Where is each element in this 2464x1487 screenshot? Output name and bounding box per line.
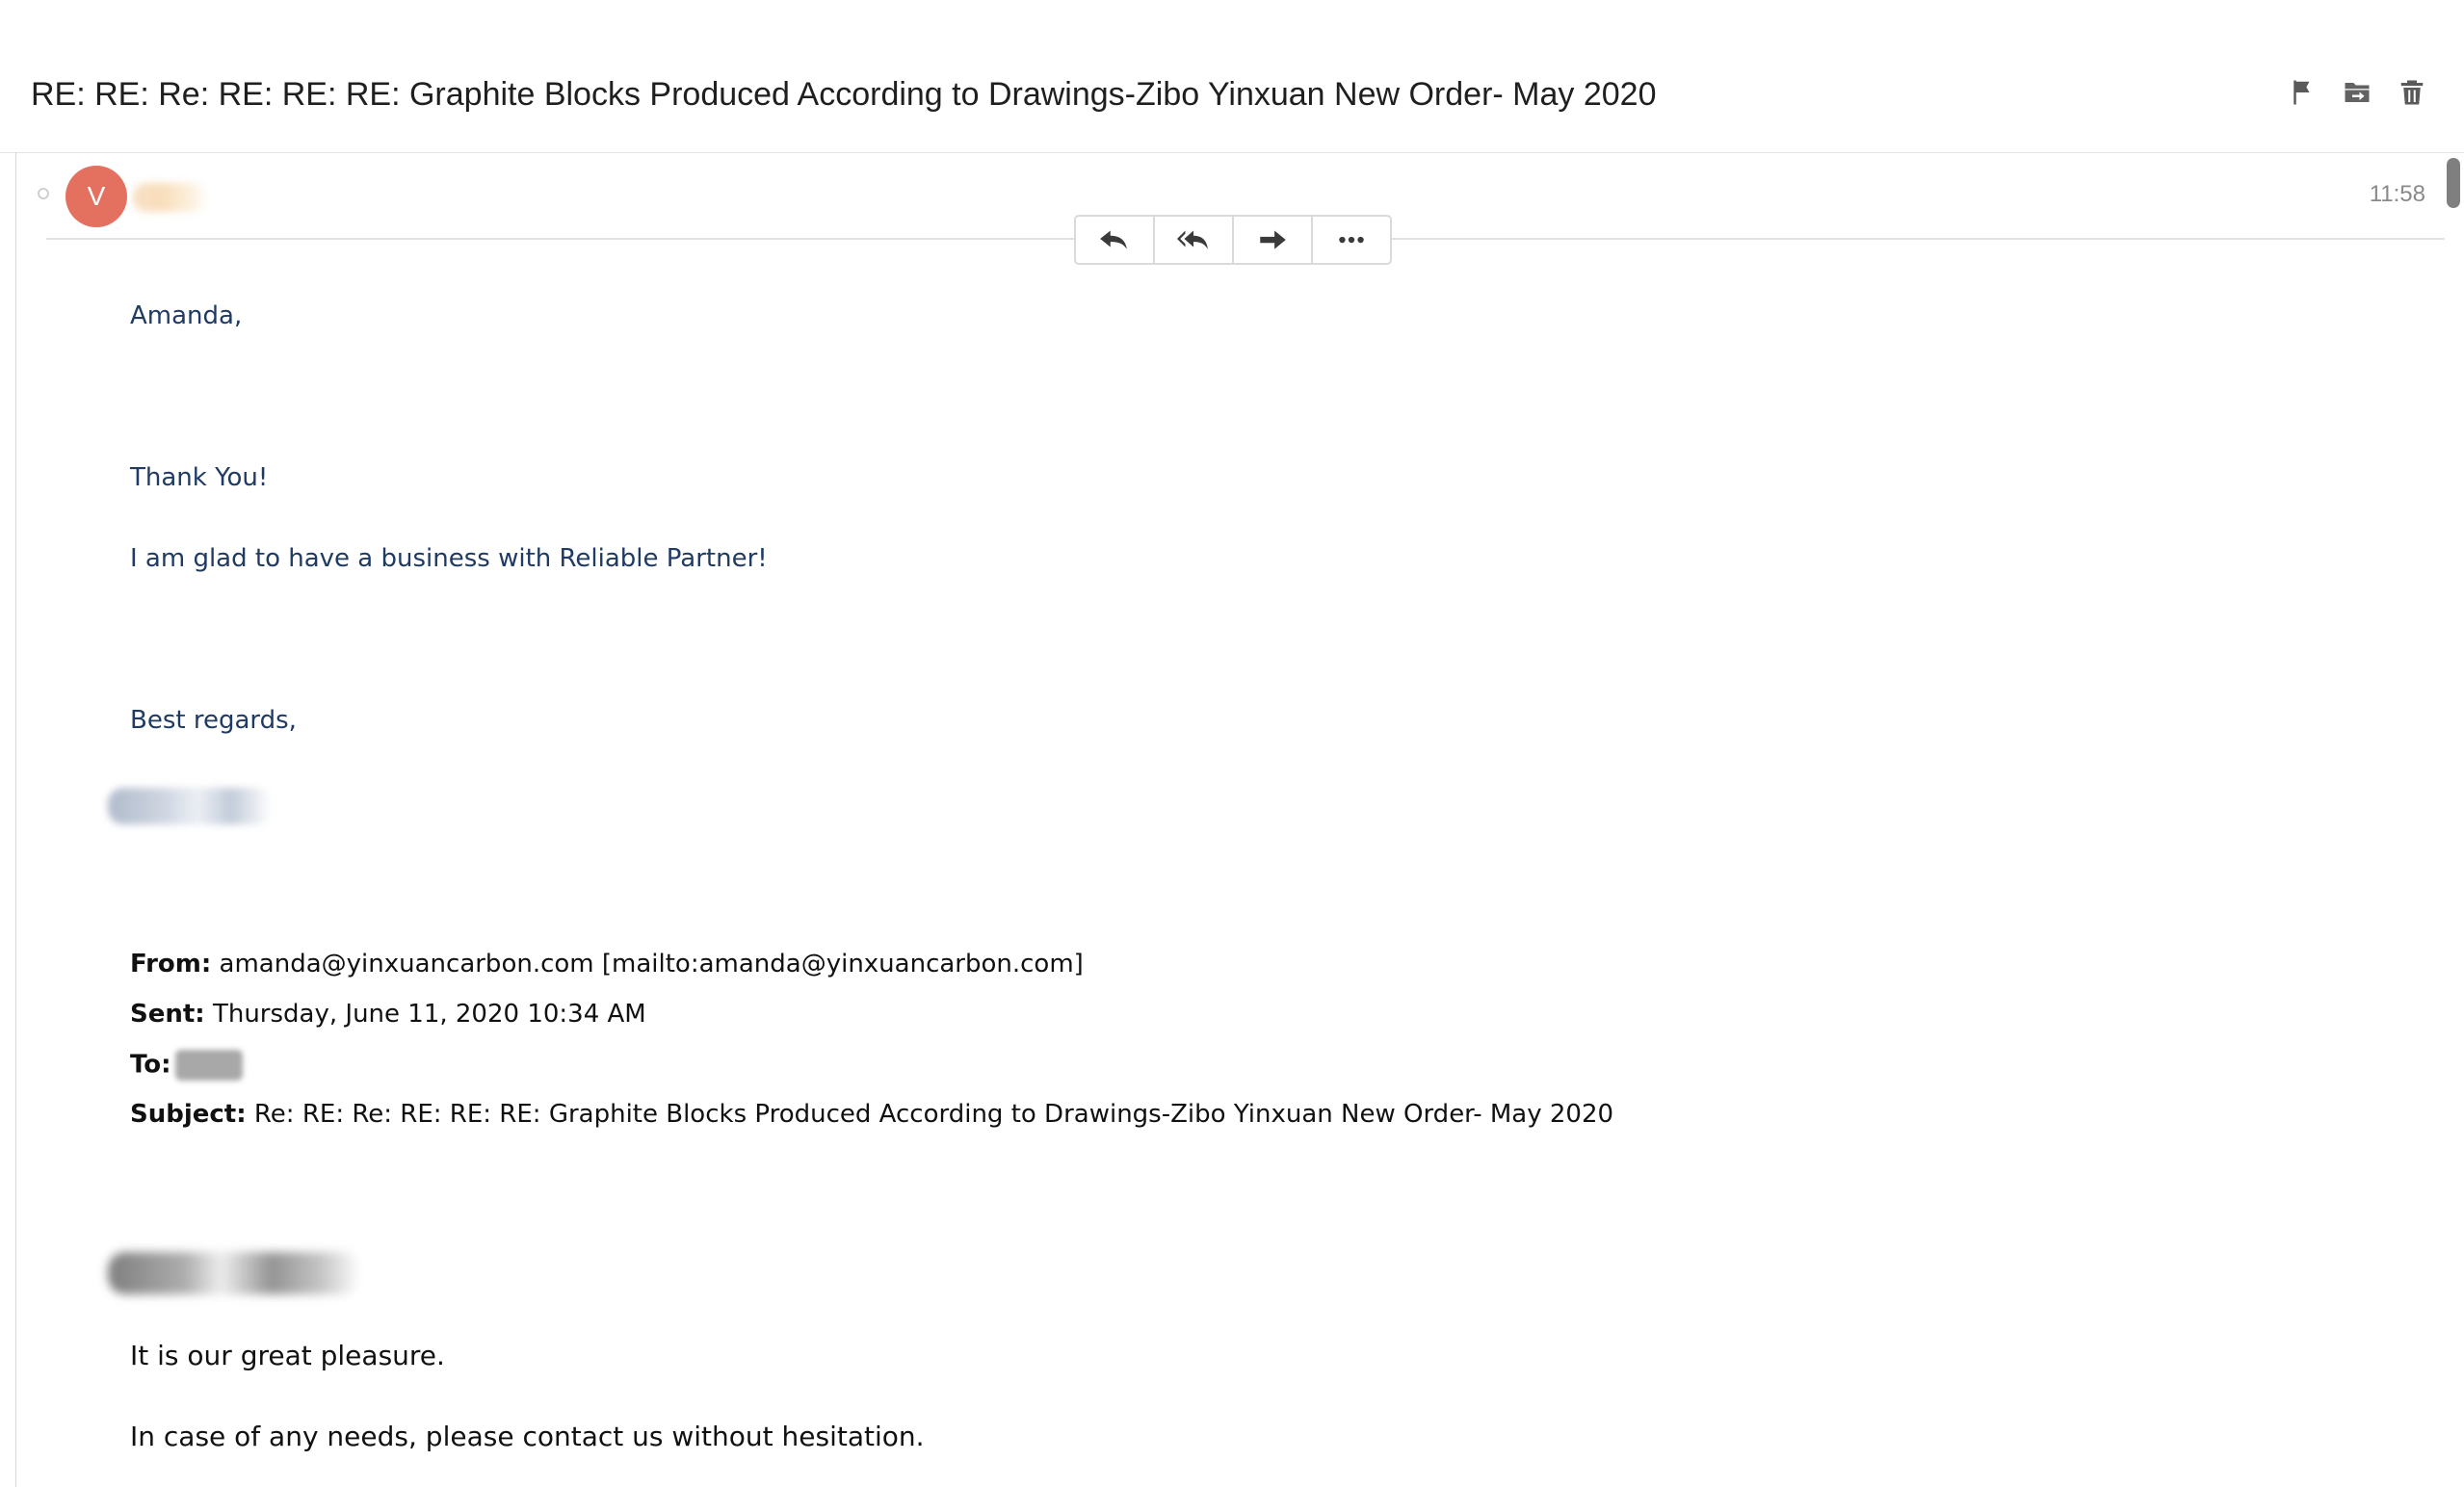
reply-actions [1074,215,1392,265]
quoted-to-label: To: [130,1050,171,1080]
flag-icon [2293,80,2309,105]
body-greeting: Amanda, [130,301,243,330]
quoted-to: To: [130,1050,243,1081]
more-button[interactable] [1313,217,1390,263]
quoted-subject-label: Subject: [130,1100,247,1129]
quoted-sent: Sent: Thursday, June 11, 2020 10:34 AM [130,1000,646,1029]
email-subject: RE: RE: Re: RE: RE: RE: Graphite Blocks … [31,76,1657,113]
recipient-redacted [174,1050,243,1081]
body-message: I am glad to have a business with Reliab… [130,544,768,573]
quoted-sent-label: Sent: [130,1000,205,1029]
subject-actions [2286,75,2427,110]
reply-all-button[interactable] [1155,217,1234,263]
left-divider [15,152,16,1487]
flag-button[interactable] [2286,75,2318,110]
move-button[interactable] [2341,75,2372,110]
quoted-from-value: amanda@yinxuancarbon.com [mailto:amanda@… [219,950,1084,978]
delete-button[interactable] [2396,75,2427,110]
subject-bar: RE: RE: Re: RE: RE: RE: Graphite Blocks … [0,0,2464,153]
quoted-sent-value: Thursday, June 11, 2020 10:34 AM [212,1000,646,1029]
reply-all-icon [1177,230,1208,249]
signature-redacted [108,788,272,824]
quoted-body-line1: It is our great pleasure. [130,1340,445,1371]
body-closing: Best regards, [130,706,297,735]
reply-button[interactable] [1076,217,1155,263]
forward-button[interactable] [1234,217,1313,263]
scrollbar-thumb[interactable] [2447,158,2460,208]
forward-icon [1260,230,1286,249]
more-icon [1339,236,1364,244]
body-thanks: Thank You! [130,463,269,492]
quoted-body-line2: In case of any needs, please contact us … [130,1421,925,1452]
quoted-from-label: From: [130,950,212,978]
reply-icon [1100,230,1127,249]
unread-indicator[interactable] [38,188,49,199]
message-time: 11:58 [2369,181,2425,207]
move-to-folder-icon [2345,83,2369,102]
quoted-subject: Subject: Re: RE: Re: RE: RE: RE: Graphit… [130,1100,1613,1129]
trash-icon [2400,80,2423,105]
quoted-from: From: amanda@yinxuancarbon.com [mailto:a… [130,950,1084,978]
avatar: V [66,166,127,227]
sender-name-redacted [133,183,208,212]
quoted-greeting-redacted [108,1252,360,1294]
quoted-subject-value: Re: RE: Re: RE: RE: RE: Graphite Blocks … [253,1100,1614,1129]
